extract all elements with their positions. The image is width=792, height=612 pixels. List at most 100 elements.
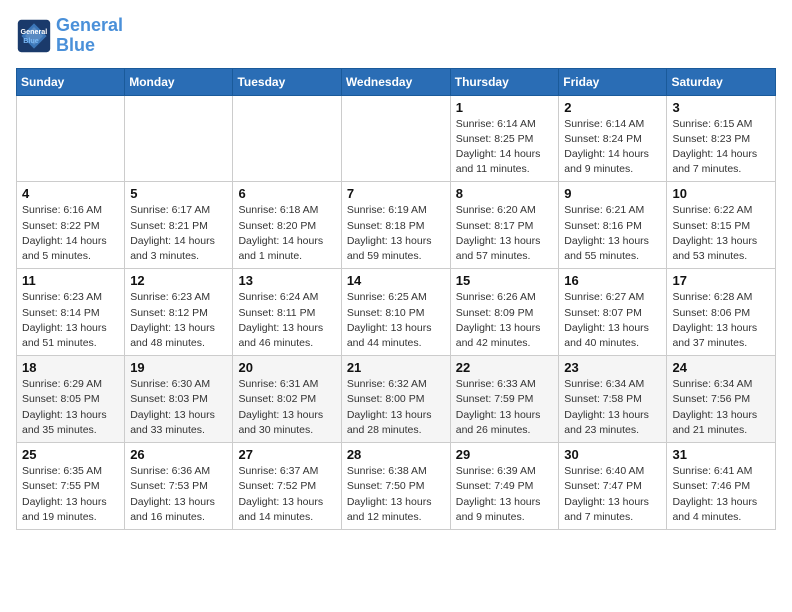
day-number: 19 xyxy=(130,360,227,375)
day-number: 28 xyxy=(347,447,445,462)
day-number: 1 xyxy=(456,100,554,115)
day-number: 2 xyxy=(564,100,661,115)
logo-icon: General Blue xyxy=(16,18,52,54)
day-number: 31 xyxy=(672,447,770,462)
day-detail: Sunrise: 6:39 AM Sunset: 7:49 PM Dayligh… xyxy=(456,464,554,525)
day-number: 27 xyxy=(238,447,335,462)
day-detail: Sunrise: 6:25 AM Sunset: 8:10 PM Dayligh… xyxy=(347,290,445,351)
day-detail: Sunrise: 6:37 AM Sunset: 7:52 PM Dayligh… xyxy=(238,464,335,525)
day-detail: Sunrise: 6:33 AM Sunset: 7:59 PM Dayligh… xyxy=(456,377,554,438)
day-detail: Sunrise: 6:32 AM Sunset: 8:00 PM Dayligh… xyxy=(347,377,445,438)
day-detail: Sunrise: 6:28 AM Sunset: 8:06 PM Dayligh… xyxy=(672,290,770,351)
day-detail: Sunrise: 6:19 AM Sunset: 8:18 PM Dayligh… xyxy=(347,203,445,264)
day-number: 30 xyxy=(564,447,661,462)
svg-text:General: General xyxy=(21,27,48,36)
calendar-cell: 3 Sunrise: 6:15 AM Sunset: 8:23 PM Daylig… xyxy=(667,95,776,182)
calendar-cell: 31 Sunrise: 6:41 AM Sunset: 7:46 PM Dayli… xyxy=(667,443,776,530)
calendar-header-wednesday: Wednesday xyxy=(341,68,450,95)
day-number: 11 xyxy=(22,273,119,288)
day-number: 3 xyxy=(672,100,770,115)
calendar-cell xyxy=(17,95,125,182)
calendar-cell: 15 Sunrise: 6:26 AM Sunset: 8:09 PM Dayli… xyxy=(450,269,559,356)
calendar-cell: 26 Sunrise: 6:36 AM Sunset: 7:53 PM Dayli… xyxy=(125,443,233,530)
day-detail: Sunrise: 6:29 AM Sunset: 8:05 PM Dayligh… xyxy=(22,377,119,438)
calendar-cell xyxy=(125,95,233,182)
calendar-week-row: 11 Sunrise: 6:23 AM Sunset: 8:14 PM Dayli… xyxy=(17,269,776,356)
day-number: 7 xyxy=(347,186,445,201)
svg-text:Blue: Blue xyxy=(23,36,39,45)
calendar-cell: 19 Sunrise: 6:30 AM Sunset: 8:03 PM Dayli… xyxy=(125,356,233,443)
calendar-week-row: 1 Sunrise: 6:14 AM Sunset: 8:25 PM Daylig… xyxy=(17,95,776,182)
day-detail: Sunrise: 6:34 AM Sunset: 7:58 PM Dayligh… xyxy=(564,377,661,438)
day-detail: Sunrise: 6:18 AM Sunset: 8:20 PM Dayligh… xyxy=(238,203,335,264)
calendar-cell: 1 Sunrise: 6:14 AM Sunset: 8:25 PM Daylig… xyxy=(450,95,559,182)
day-detail: Sunrise: 6:30 AM Sunset: 8:03 PM Dayligh… xyxy=(130,377,227,438)
day-number: 9 xyxy=(564,186,661,201)
day-number: 20 xyxy=(238,360,335,375)
calendar-header-saturday: Saturday xyxy=(667,68,776,95)
day-number: 12 xyxy=(130,273,227,288)
day-detail: Sunrise: 6:16 AM Sunset: 8:22 PM Dayligh… xyxy=(22,203,119,264)
calendar-cell: 9 Sunrise: 6:21 AM Sunset: 8:16 PM Daylig… xyxy=(559,182,667,269)
day-number: 13 xyxy=(238,273,335,288)
calendar-header-monday: Monday xyxy=(125,68,233,95)
calendar-cell: 10Sunrise: 6:22 AM Sunset: 8:15 PM Dayli… xyxy=(667,182,776,269)
day-number: 24 xyxy=(672,360,770,375)
calendar-cell: 7 Sunrise: 6:19 AM Sunset: 8:18 PM Daylig… xyxy=(341,182,450,269)
day-detail: Sunrise: 6:40 AM Sunset: 7:47 PM Dayligh… xyxy=(564,464,661,525)
calendar-cell: 14Sunrise: 6:25 AM Sunset: 8:10 PM Dayli… xyxy=(341,269,450,356)
calendar-week-row: 25Sunrise: 6:35 AM Sunset: 7:55 PM Dayli… xyxy=(17,443,776,530)
calendar-cell: 5Sunrise: 6:17 AM Sunset: 8:21 PM Daylig… xyxy=(125,182,233,269)
day-detail: Sunrise: 6:14 AM Sunset: 8:25 PM Dayligh… xyxy=(456,117,554,178)
calendar-cell: 27 Sunrise: 6:37 AM Sunset: 7:52 PM Dayli… xyxy=(233,443,341,530)
day-detail: Sunrise: 6:14 AM Sunset: 8:24 PM Dayligh… xyxy=(564,117,661,178)
day-number: 26 xyxy=(130,447,227,462)
calendar-header-row: SundayMondayTuesdayWednesdayThursdayFrid… xyxy=(17,68,776,95)
day-detail: Sunrise: 6:35 AM Sunset: 7:55 PM Dayligh… xyxy=(22,464,119,525)
calendar-cell: 8 Sunrise: 6:20 AM Sunset: 8:17 PM Daylig… xyxy=(450,182,559,269)
day-detail: Sunrise: 6:20 AM Sunset: 8:17 PM Dayligh… xyxy=(456,203,554,264)
calendar-cell: 18 Sunrise: 6:29 AM Sunset: 8:05 PM Dayli… xyxy=(17,356,125,443)
day-detail: Sunrise: 6:31 AM Sunset: 8:02 PM Dayligh… xyxy=(238,377,335,438)
calendar-cell: 4 Sunrise: 6:16 AM Sunset: 8:22 PM Daylig… xyxy=(17,182,125,269)
day-detail: Sunrise: 6:34 AM Sunset: 7:56 PM Dayligh… xyxy=(672,377,770,438)
calendar-header-tuesday: Tuesday xyxy=(233,68,341,95)
calendar-cell: 16 Sunrise: 6:27 AM Sunset: 8:07 PM Dayli… xyxy=(559,269,667,356)
calendar-table: SundayMondayTuesdayWednesdayThursdayFrid… xyxy=(16,68,776,530)
calendar-week-row: 18 Sunrise: 6:29 AM Sunset: 8:05 PM Dayli… xyxy=(17,356,776,443)
calendar-cell xyxy=(341,95,450,182)
day-detail: Sunrise: 6:24 AM Sunset: 8:11 PM Dayligh… xyxy=(238,290,335,351)
day-detail: Sunrise: 6:27 AM Sunset: 8:07 PM Dayligh… xyxy=(564,290,661,351)
day-number: 4 xyxy=(22,186,119,201)
calendar-cell: 12 Sunrise: 6:23 AM Sunset: 8:12 PM Dayli… xyxy=(125,269,233,356)
day-detail: Sunrise: 6:38 AM Sunset: 7:50 PM Dayligh… xyxy=(347,464,445,525)
calendar-cell: 2 Sunrise: 6:14 AM Sunset: 8:24 PM Daylig… xyxy=(559,95,667,182)
day-detail: Sunrise: 6:15 AM Sunset: 8:23 PM Dayligh… xyxy=(672,117,770,178)
day-number: 23 xyxy=(564,360,661,375)
logo-text: GeneralBlue xyxy=(56,16,123,56)
calendar-cell xyxy=(233,95,341,182)
day-number: 8 xyxy=(456,186,554,201)
calendar-cell: 11 Sunrise: 6:23 AM Sunset: 8:14 PM Dayli… xyxy=(17,269,125,356)
calendar-cell: 23 Sunrise: 6:34 AM Sunset: 7:58 PM Dayli… xyxy=(559,356,667,443)
day-detail: Sunrise: 6:26 AM Sunset: 8:09 PM Dayligh… xyxy=(456,290,554,351)
calendar-cell: 22Sunrise: 6:33 AM Sunset: 7:59 PM Dayli… xyxy=(450,356,559,443)
calendar-cell: 24 Sunrise: 6:34 AM Sunset: 7:56 PM Dayli… xyxy=(667,356,776,443)
calendar-week-row: 4 Sunrise: 6:16 AM Sunset: 8:22 PM Daylig… xyxy=(17,182,776,269)
calendar-cell: 17Sunrise: 6:28 AM Sunset: 8:06 PM Dayli… xyxy=(667,269,776,356)
day-detail: Sunrise: 6:36 AM Sunset: 7:53 PM Dayligh… xyxy=(130,464,227,525)
day-number: 16 xyxy=(564,273,661,288)
day-number: 15 xyxy=(456,273,554,288)
logo: General Blue GeneralBlue xyxy=(16,16,123,56)
day-detail: Sunrise: 6:23 AM Sunset: 8:12 PM Dayligh… xyxy=(130,290,227,351)
calendar-cell: 20 Sunrise: 6:31 AM Sunset: 8:02 PM Dayli… xyxy=(233,356,341,443)
day-detail: Sunrise: 6:41 AM Sunset: 7:46 PM Dayligh… xyxy=(672,464,770,525)
day-detail: Sunrise: 6:17 AM Sunset: 8:21 PM Dayligh… xyxy=(130,203,227,264)
day-detail: Sunrise: 6:23 AM Sunset: 8:14 PM Dayligh… xyxy=(22,290,119,351)
day-detail: Sunrise: 6:22 AM Sunset: 8:15 PM Dayligh… xyxy=(672,203,770,264)
day-detail: Sunrise: 6:21 AM Sunset: 8:16 PM Dayligh… xyxy=(564,203,661,264)
calendar-header-friday: Friday xyxy=(559,68,667,95)
day-number: 18 xyxy=(22,360,119,375)
calendar-header-sunday: Sunday xyxy=(17,68,125,95)
calendar-header-thursday: Thursday xyxy=(450,68,559,95)
